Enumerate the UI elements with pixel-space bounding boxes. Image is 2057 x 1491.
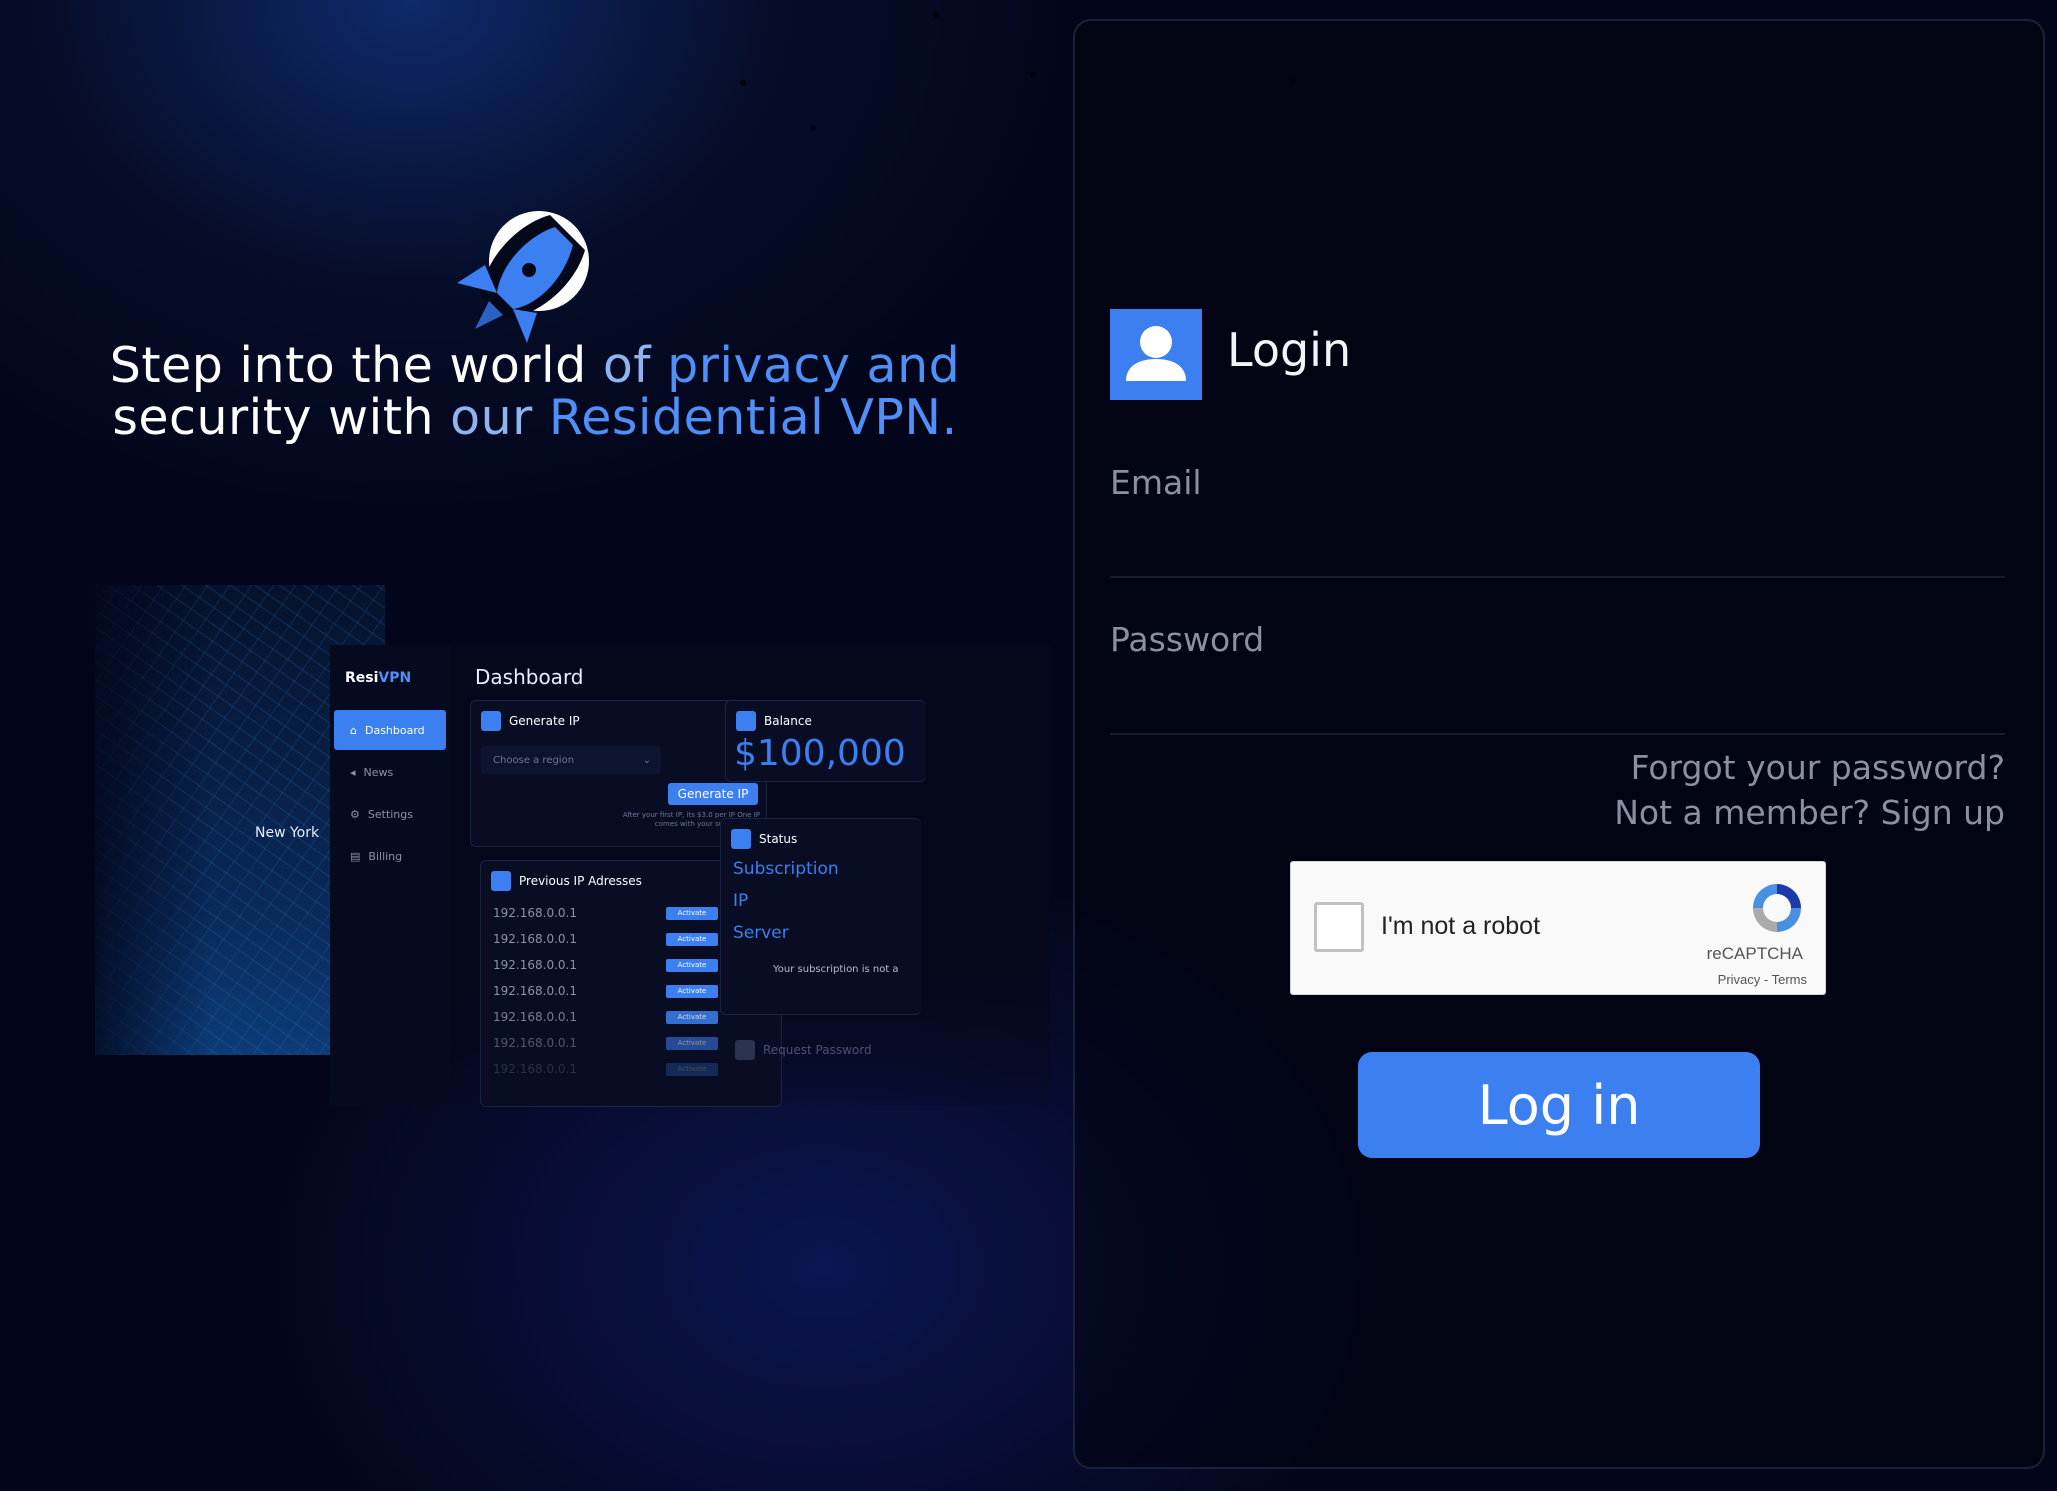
ip-address: 192.168.0.0.1 [493,1036,577,1050]
nav-label: Billing [368,849,403,863]
ip-row: 192.168.0.0.1 Activate [493,906,718,920]
hero-headline: Step into the world of privacy and secur… [60,340,1010,444]
history-icon [491,871,511,891]
recaptcha-label: I'm not a robot [1381,912,1541,940]
activate-button: Activate [666,906,718,920]
card-header: Previous IP Adresses [491,871,642,891]
password-underline [1110,733,2005,735]
activate-button: Activate [666,958,718,972]
megaphone-icon: ◂ [350,765,356,779]
home-icon: ⌂ [350,723,357,737]
background-dot [933,12,939,18]
preview-sidebar: ResiVPN ⌂ Dashboard ◂ News ⚙ Settings ▤ Bill… [330,645,450,1105]
generate-ip-button: Generate IP [668,783,758,805]
ip-row: 192.168.0.0.1 Activate [493,932,718,946]
brand-text-accent: VPN [378,670,412,686]
login-button[interactable]: Log in [1358,1052,1760,1158]
balance-card: Balance $100,000 [725,700,926,782]
preview-page-title: Dashboard [475,665,584,689]
user-icon [1110,309,1202,400]
background-dot [1030,72,1036,78]
card-title: Generate IP [509,714,580,728]
password-field[interactable] [1110,672,2009,724]
activate-button: Activate [666,1062,718,1076]
signup-link[interactable]: Not a member? Sign up [1614,793,2005,832]
receipt-icon: ▤ [350,849,361,863]
status-item: Server [733,923,789,943]
ip-row: 192.168.0.0.1 Activate [493,984,718,998]
request-password-row: Request Password [735,1040,872,1060]
hero-text: of [602,337,668,394]
email-field[interactable] [1110,515,2009,567]
status-card: Status Subscription IP Server Your subsc… [720,818,921,1015]
request-password-label: Request Password [763,1043,872,1057]
background-dot [810,125,816,131]
hero-text: our [450,389,549,446]
gear-icon: ⚙ [350,807,360,821]
ip-address: 192.168.0.0.1 [493,906,577,920]
forgot-password-link[interactable]: Forgot your password? [1631,748,2005,787]
preview-nav-dashboard: ⌂ Dashboard [334,710,446,750]
card-title: Status [759,832,798,846]
password-label: Password [1110,620,1265,659]
activate-button: Activate [666,984,718,998]
select-placeholder: Choose a region [493,754,575,766]
balance-amount: $100,000 [734,733,906,774]
preview-nav-settings: ⚙ Settings [334,794,446,834]
map-label: New York [255,825,320,841]
ip-row: 192.168.0.0.1 Activate [493,1062,718,1076]
card-header: Balance [736,711,812,731]
card-header: Generate IP [481,711,580,731]
lock-icon [735,1040,755,1060]
recaptcha-privacy-terms-links[interactable]: Privacy - Terms [1718,972,1807,987]
preview-app: ResiVPN ⌂ Dashboard ◂ News ⚙ Settings ▤ Bill… [330,645,1050,1107]
brand-text: Resi [345,670,379,686]
email-underline [1110,576,2005,578]
ip-row: 192.168.0.0.1 Activate [493,958,718,972]
dashboard-preview: New York ResiVPN ⌂ Dashboard ◂ News ⚙ Setti… [90,525,1050,1107]
ip-address: 192.168.0.0.1 [493,1062,577,1076]
login-title: Login [1227,323,1352,377]
cart-icon [481,711,501,731]
card-title: Balance [764,714,812,728]
hero-text: Step into the world [109,337,603,394]
email-label: Email [1110,463,1202,502]
recaptcha-widget: I'm not a robot reCAPTCHA Privacy - Term… [1290,861,1826,995]
activate-button: Activate [666,932,718,946]
region-select: Choose a region ⌄ [481,746,661,774]
nav-label: News [363,765,394,779]
card-header: Status [731,829,797,849]
status-item: Subscription [733,859,839,879]
recaptcha-brand: reCAPTCHA [1706,944,1803,963]
status-note: Your subscription is not a [773,964,899,975]
nav-label: Settings [367,807,413,821]
preview-nav-news: ◂ News [334,752,446,792]
hero-text-highlight: Residential VPN. [548,389,958,446]
recaptcha-icon [1753,884,1801,932]
hero-text: security with [112,389,451,446]
recaptcha-checkbox[interactable] [1314,902,1364,952]
preview-brand: ResiVPN [345,670,411,686]
pulse-icon [731,829,751,849]
ip-address: 192.168.0.0.1 [493,932,577,946]
ip-address: 192.168.0.0.1 [493,984,577,998]
hero-text-highlight: privacy and [667,337,961,394]
chevron-down-icon: ⌄ [642,754,651,766]
ip-address: 192.168.0.0.1 [493,1010,577,1024]
nav-label: Dashboard [364,723,425,737]
ip-address: 192.168.0.0.1 [493,958,577,972]
activate-button: Activate [666,1010,718,1024]
status-item: IP [733,891,749,911]
preview-nav-billing: ▤ Billing [334,836,446,876]
ip-row: 192.168.0.0.1 Activate [493,1036,718,1050]
card-title: Previous IP Adresses [519,874,642,888]
ip-row: 192.168.0.0.1 Activate [493,1010,718,1024]
resivpn-logo-icon [457,211,589,343]
money-bag-icon [736,711,756,731]
activate-button: Activate [666,1036,718,1050]
login-panel [1073,19,2045,1469]
background-dot [740,80,746,86]
